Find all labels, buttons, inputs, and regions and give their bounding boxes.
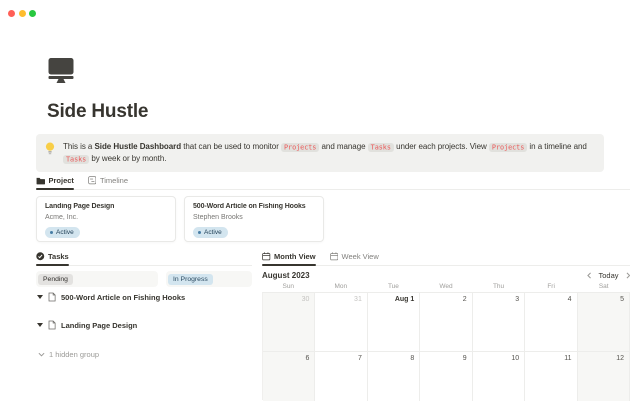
toggle-triangle-icon[interactable] bbox=[37, 323, 43, 327]
status-dot-icon bbox=[198, 231, 201, 234]
calendar-cell[interactable]: 12 bbox=[578, 352, 630, 401]
tab-tasks[interactable]: Tasks bbox=[36, 252, 69, 265]
weekday-label: Sat bbox=[577, 283, 630, 290]
inline-code-projects: Projects bbox=[489, 143, 527, 152]
task-group-label: 500-Word Article on Fishing Hooks bbox=[61, 293, 185, 302]
status-dot-icon bbox=[50, 231, 53, 234]
page-icon bbox=[48, 320, 56, 330]
tab-timeline[interactable]: Timeline bbox=[88, 176, 128, 189]
tab-label: Project bbox=[49, 176, 74, 185]
timeline-icon bbox=[88, 176, 97, 185]
card-owner: Stephen Brooks bbox=[193, 214, 315, 221]
lightbulb-icon bbox=[45, 142, 55, 156]
card-title: 500-Word Article on Fishing Hooks bbox=[193, 203, 315, 210]
tasks-board-columns: Pending In Progress bbox=[36, 271, 252, 287]
calendar-weekday-row: Sun Mon Tue Wed Thu Fri Sat bbox=[262, 283, 630, 290]
calendar-cell[interactable]: 7 bbox=[315, 352, 367, 401]
weekday-label: Mon bbox=[315, 283, 368, 290]
calendar-cell[interactable]: 2 bbox=[420, 293, 472, 352]
notion-window: Side Hustle This is a Side Hustle Dashbo… bbox=[0, 0, 640, 400]
board-column-header-in-progress[interactable]: In Progress bbox=[168, 274, 213, 285]
tab-project[interactable]: Project bbox=[36, 176, 74, 189]
chevron-left-icon[interactable] bbox=[587, 272, 592, 279]
calendar-nav: Today bbox=[587, 271, 630, 280]
card-title: Landing Page Design bbox=[45, 203, 167, 210]
task-group-landing-page[interactable]: Landing Page Design bbox=[37, 320, 137, 330]
calendar-cell[interactable]: 31 bbox=[315, 293, 367, 352]
chevron-down-icon bbox=[38, 352, 45, 357]
calendar-cell[interactable]: 11 bbox=[525, 352, 577, 401]
close-window-button[interactable] bbox=[8, 10, 15, 17]
tab-label: Month View bbox=[274, 252, 316, 261]
hidden-group-label: 1 hidden group bbox=[49, 350, 99, 359]
task-group-label: Landing Page Design bbox=[61, 321, 137, 330]
calendar-icon bbox=[262, 252, 271, 261]
hidden-group-toggle[interactable]: 1 hidden group bbox=[38, 350, 99, 359]
callout: This is a Side Hustle Dashboard that can… bbox=[36, 134, 604, 172]
tab-label: Week View bbox=[342, 252, 379, 261]
task-group-fishing-hooks[interactable]: 500-Word Article on Fishing Hooks bbox=[37, 292, 185, 302]
calendar-view-tabbar: Month View Week View bbox=[262, 252, 630, 266]
weekday-label: Tue bbox=[367, 283, 420, 290]
board-column-pending: Pending bbox=[36, 271, 158, 287]
toggle-triangle-icon[interactable] bbox=[37, 295, 43, 299]
calendar-cell[interactable]: 30 bbox=[263, 293, 315, 352]
card-owner: Acme, Inc. bbox=[45, 214, 167, 221]
project-card-fishing-hooks-article[interactable]: 500-Word Article on Fishing Hooks Stephe… bbox=[184, 196, 324, 242]
check-circle-icon bbox=[36, 252, 45, 261]
board-column-in-progress: In Progress bbox=[166, 271, 252, 287]
status-badge: Active bbox=[45, 227, 80, 238]
tab-label: Timeline bbox=[100, 176, 128, 185]
today-button[interactable]: Today bbox=[598, 271, 618, 280]
calendar-cell[interactable]: 3 bbox=[473, 293, 525, 352]
inline-code-projects: Projects bbox=[281, 143, 319, 152]
zoom-window-button[interactable] bbox=[29, 10, 36, 17]
inline-code-tasks: Tasks bbox=[368, 143, 394, 152]
projects-view-tabbar: Project Timeline bbox=[36, 176, 630, 190]
tasks-view-tabbar: Tasks bbox=[36, 252, 252, 266]
folder-icon bbox=[36, 177, 45, 185]
calendar-cell[interactable]: 8 bbox=[368, 352, 420, 401]
calendar-cell[interactable]: 4 bbox=[525, 293, 577, 352]
project-cards: Landing Page Design Acme, Inc. Active 50… bbox=[36, 196, 324, 242]
calendar-month-label: August 2023 bbox=[262, 271, 310, 280]
minimize-window-button[interactable] bbox=[19, 10, 26, 17]
calendar-cell[interactable]: 10 bbox=[473, 352, 525, 401]
tab-label: Tasks bbox=[48, 252, 69, 261]
calendar-grid: 30 31 Aug 1 2 3 4 5 6 7 8 9 10 11 12 bbox=[262, 292, 630, 400]
page-title[interactable]: Side Hustle bbox=[47, 101, 148, 123]
calendar-cell[interactable]: 9 bbox=[420, 352, 472, 401]
calendar-cell[interactable]: 6 bbox=[263, 352, 315, 401]
calendar-cell[interactable]: Aug 1 bbox=[368, 293, 420, 352]
desktop-computer-icon[interactable] bbox=[48, 56, 74, 84]
status-badge: Active bbox=[193, 227, 228, 238]
weekday-label: Thu bbox=[472, 283, 525, 290]
board-column-header-pending[interactable]: Pending bbox=[38, 274, 73, 285]
weekday-label: Fri bbox=[525, 283, 578, 290]
window-controls bbox=[8, 10, 36, 17]
weekday-label: Wed bbox=[420, 283, 473, 290]
page-icon bbox=[48, 292, 56, 302]
calendar-header: August 2023 Today bbox=[262, 269, 630, 282]
project-card-landing-page-design[interactable]: Landing Page Design Acme, Inc. Active bbox=[36, 196, 176, 242]
callout-text: This is a Side Hustle Dashboard that can… bbox=[63, 141, 594, 165]
weekday-label: Sun bbox=[262, 283, 315, 290]
tab-week-view[interactable]: Week View bbox=[330, 252, 379, 265]
inline-code-tasks: Tasks bbox=[63, 155, 89, 164]
tab-month-view[interactable]: Month View bbox=[262, 252, 316, 265]
calendar-icon bbox=[330, 252, 339, 261]
calendar-cell[interactable]: 5 bbox=[578, 293, 630, 352]
chevron-right-icon[interactable] bbox=[626, 272, 631, 279]
